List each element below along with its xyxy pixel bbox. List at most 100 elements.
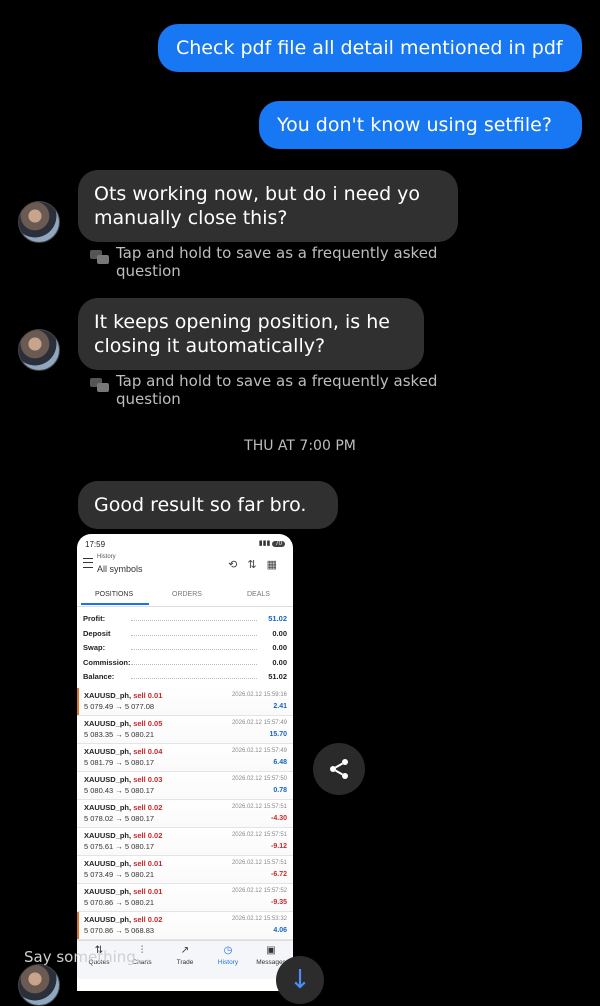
avatar[interactable]	[18, 964, 60, 1006]
summary-label: Profit:	[83, 614, 106, 623]
summary-row: Balance: 51.02	[83, 670, 287, 684]
deal-profit: 6.48	[273, 759, 287, 766]
avatar[interactable]	[18, 201, 60, 243]
deal-side: sell 0.01	[133, 691, 163, 700]
deal-row[interactable]: XAUUSD_ph, sell 0.01 5 079.49 → 5 077.08 2…	[77, 688, 293, 716]
deal-time: 2026.02.12 15:59:16	[231, 692, 287, 698]
deal-row[interactable]: XAUUSD_ph, sell 0.01 5 070.86 → 5 080.21 2…	[77, 884, 293, 912]
deal-side: sell 0.01	[133, 887, 163, 896]
faq-hint: Tap and hold to save as a frequently ask…	[116, 244, 438, 280]
sort-icon[interactable]: ⇅	[247, 559, 266, 571]
timestamp: THU AT 7:00 PM	[244, 438, 356, 454]
header-title: History	[97, 554, 116, 560]
deal-symbol: XAUUSD_ph, sell 0.01	[84, 859, 163, 868]
deal-symbol: XAUUSD_ph, sell 0.03	[84, 775, 163, 784]
deal-side: sell 0.02	[133, 915, 163, 924]
message-outgoing[interactable]: You don't know using setfile?	[259, 101, 582, 149]
deal-symbol: XAUUSD_ph, sell 0.04	[84, 747, 163, 756]
tab-positions[interactable]: POSITIONS	[95, 591, 133, 598]
deal-profit: -4.30	[271, 815, 287, 822]
history-icon: ◷	[223, 945, 233, 956]
deal-time: 2026.02.12 15:53:32	[231, 916, 287, 922]
deal-prices: 5 075.61 → 5 080.17	[84, 842, 155, 851]
deal-time: 2026.02.12 15:57:52	[231, 888, 287, 894]
summary-label: Balance:	[83, 672, 115, 681]
message-text: Good result so far bro.	[94, 494, 307, 516]
deal-prices: 5 083.35 → 5 080.21	[84, 730, 155, 739]
active-tab-indicator	[81, 603, 149, 605]
deal-profit: -9.35	[271, 899, 287, 906]
summary-row: Commission: 0.00	[83, 656, 287, 670]
leader-dots	[131, 678, 257, 679]
deal-prices: 5 070.86 → 5 068.83	[84, 926, 155, 935]
share-button[interactable]	[313, 743, 365, 795]
message-outgoing[interactable]: Check pdf file all detail mentioned in p…	[158, 24, 582, 72]
deal-row[interactable]: XAUUSD_ph, sell 0.01 5 073.49 → 5 080.21 2…	[77, 856, 293, 884]
deal-prices: 5 080.43 → 5 080.17	[84, 786, 155, 795]
deal-symbol: XAUUSD_ph, sell 0.05	[84, 719, 163, 728]
deal-side: sell 0.01	[133, 859, 163, 868]
message-text: You don't know using setfile?	[277, 114, 552, 136]
messages-icon: ▣	[266, 945, 276, 956]
trade-icon: ↗	[180, 945, 190, 956]
tab-deals[interactable]: DEALS	[247, 591, 270, 598]
deal-profit: 2.41	[273, 703, 287, 710]
deal-symbol: XAUUSD_ph, sell 0.01	[84, 887, 163, 896]
summary-value: 51.02	[268, 614, 287, 623]
deal-profit: 15.70	[269, 731, 287, 738]
deal-time: 2026.02.12 15:57:49	[231, 748, 287, 754]
deal-profit: -6.72	[271, 871, 287, 878]
message-incoming[interactable]: Good result so far bro.	[78, 481, 338, 529]
header-actions: ⟲⇅▦	[228, 558, 287, 571]
nav-trade[interactable]: ↗ Trade	[165, 945, 205, 966]
nav-label: Trade	[176, 959, 194, 966]
status-icons: ▮▮▮ 70	[259, 539, 285, 547]
message-incoming[interactable]: It keeps opening position, is he closing…	[78, 298, 424, 370]
image-attachment[interactable]: 17:59 ▮▮▮ 70 History All symbols ⟲⇅▦ POS…	[77, 534, 293, 991]
deal-side: sell 0.03	[133, 775, 163, 784]
menu-icon[interactable]	[83, 558, 93, 568]
deal-time: 2026.02.12 15:57:51	[231, 860, 287, 866]
leader-dots	[131, 663, 257, 665]
deal-marker	[77, 688, 79, 715]
message-text: Ots working now, but do i need yo manual…	[94, 183, 421, 229]
faq-icon	[90, 378, 109, 392]
deal-symbol: XAUUSD_ph, sell 0.02	[84, 915, 163, 924]
deal-row[interactable]: XAUUSD_ph, sell 0.02 5 070.86 → 5 068.83 2…	[77, 912, 293, 940]
nav-history[interactable]: ◷ History	[208, 945, 248, 966]
leader-dots	[131, 634, 257, 636]
deal-time: 2026.02.12 15:57:51	[231, 832, 287, 838]
deal-profit: 0.78	[273, 787, 287, 794]
calendar-icon[interactable]: ▦	[267, 559, 287, 571]
summary-label: Deposit	[83, 628, 111, 638]
leader-dots	[131, 649, 257, 650]
battery-icon: 70	[272, 541, 285, 547]
summary-row: Deposit 0.00	[83, 627, 287, 641]
message-text: It keeps opening position, is he closing…	[94, 311, 390, 357]
message-incoming[interactable]: Ots working now, but do i need yo manual…	[78, 170, 458, 242]
deal-symbol: XAUUSD_ph, sell 0.02	[84, 803, 163, 812]
summary-value: 0.00	[272, 628, 287, 638]
compose-input[interactable]: Say something...	[24, 948, 150, 966]
summary-value: 0.00	[272, 643, 287, 652]
deal-prices: 5 073.49 → 5 080.21	[84, 870, 155, 879]
scroll-to-bottom-button[interactable]: ↓	[276, 956, 324, 1004]
deal-row[interactable]: XAUUSD_ph, sell 0.04 5 081.79 → 5 080.17 2…	[77, 744, 293, 772]
tab-orders[interactable]: ORDERS	[172, 591, 202, 598]
signal-icon: ▮▮▮	[258, 540, 271, 547]
deal-time: 2026.02.12 15:57:49	[231, 720, 287, 726]
deal-profit: 4.06	[273, 927, 287, 934]
deal-row[interactable]: XAUUSD_ph, sell 0.02 5 075.61 → 5 080.17 2…	[77, 828, 293, 856]
deal-prices: 5 079.49 → 5 077.08	[84, 702, 155, 711]
status-time: 17:59	[85, 540, 106, 549]
summary-value: 0.00	[272, 657, 287, 667]
nav-label: History	[217, 959, 239, 966]
deal-time: 2026.02.12 15:57:51	[231, 804, 287, 810]
refresh-icon[interactable]: ⟲	[228, 559, 247, 571]
deal-row[interactable]: XAUUSD_ph, sell 0.02 5 078.02 → 5 080.17 2…	[77, 800, 293, 828]
deal-row[interactable]: XAUUSD_ph, sell 0.03 5 080.43 → 5 080.17 2…	[77, 772, 293, 800]
deal-row[interactable]: XAUUSD_ph, sell 0.05 5 083.35 → 5 080.21 2…	[77, 716, 293, 744]
deal-prices: 5 081.79 → 5 080.17	[84, 758, 155, 767]
faq-icon	[90, 250, 109, 264]
avatar[interactable]	[18, 329, 60, 371]
